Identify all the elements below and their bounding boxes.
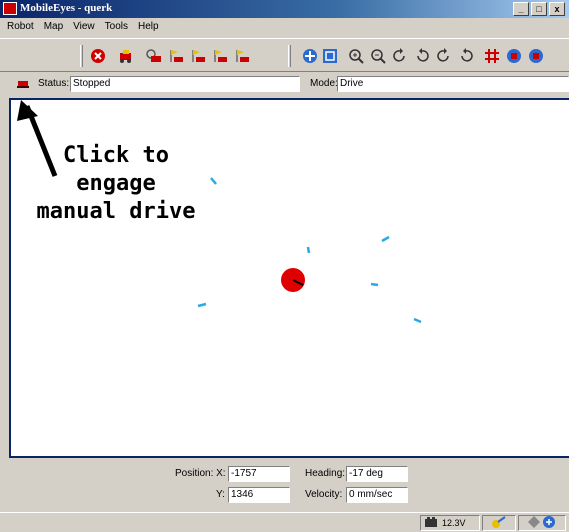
mode-label: Mode:	[310, 78, 338, 89]
laser-point	[370, 282, 379, 287]
annotation-line: engage	[76, 171, 156, 196]
rotate-left-icon[interactable]	[390, 47, 410, 65]
window-controls: _ □ x	[513, 2, 565, 16]
manual-drive-icon[interactable]	[17, 79, 29, 88]
heading-label: Heading:	[305, 468, 346, 479]
app-icon	[3, 2, 17, 15]
battery-voltage: 12.3V	[442, 518, 466, 528]
drive-direction-icon	[527, 515, 557, 531]
center-icon[interactable]	[300, 47, 320, 65]
toolbar	[0, 38, 569, 72]
robot-goal-icon[interactable]	[166, 47, 186, 65]
position-y-label: Y:	[216, 489, 225, 500]
robot-goal-icon[interactable]	[232, 47, 252, 65]
connection-indicator	[482, 515, 516, 531]
menu-tools[interactable]: Tools	[102, 18, 131, 36]
robot-view-icon[interactable]	[526, 47, 546, 65]
annotation-text: Click to engage manual drive	[11, 142, 221, 226]
zoom-in-icon[interactable]	[346, 47, 366, 65]
grid-icon[interactable]	[482, 47, 502, 65]
status-field: Stopped	[70, 76, 300, 92]
menu-help[interactable]: Help	[135, 18, 162, 36]
connection-icon	[491, 515, 507, 531]
toolbar-grip[interactable]	[288, 45, 291, 67]
mode-field: Drive	[337, 76, 569, 92]
map-canvas[interactable]: Click to engage manual drive	[9, 98, 569, 458]
status-label: Status:	[38, 78, 70, 89]
laser-point	[197, 302, 207, 308]
battery-indicator: 12.3V	[420, 515, 480, 531]
window-title: MobileEyes - querk	[20, 2, 113, 14]
robot-goal-icon[interactable]	[210, 47, 230, 65]
position-x-field: -1757	[228, 466, 290, 482]
laser-point	[381, 235, 390, 243]
menu-view[interactable]: View	[70, 18, 98, 36]
menu-map[interactable]: Map	[41, 18, 66, 36]
menu-bar: Robot Map View Tools Help	[0, 18, 569, 36]
drive-status-indicator	[518, 515, 566, 531]
title-bar: MobileEyes - querk _ □ x	[0, 0, 569, 18]
robot-drive-icon[interactable]	[116, 47, 136, 65]
velocity-field: 0 mm/sec	[346, 487, 408, 503]
heading-field: -17 deg	[346, 466, 408, 482]
position-y-field: 1346	[228, 487, 290, 503]
menu-robot[interactable]: Robot	[4, 18, 37, 36]
annotation-line: Click to	[63, 143, 169, 168]
zoom-out-icon[interactable]	[368, 47, 388, 65]
maximize-button[interactable]: □	[531, 2, 547, 16]
toolbar-grip[interactable]	[80, 45, 83, 67]
laser-point	[413, 317, 422, 324]
rotate-icon[interactable]	[434, 47, 454, 65]
annotation-line: manual drive	[36, 199, 196, 224]
status-row: Status: Stopped Mode: Drive	[0, 74, 569, 94]
minimize-button[interactable]: _	[513, 2, 529, 16]
position-panel: Position: X: -1757 Y: 1346 Heading: -17 …	[0, 460, 569, 510]
robot-goto-icon[interactable]	[144, 47, 164, 65]
laser-point	[306, 246, 311, 254]
stop-icon[interactable]	[88, 47, 108, 65]
close-button[interactable]: x	[549, 2, 565, 16]
position-x-label: Position: X:	[175, 468, 226, 479]
laser-points	[197, 177, 422, 324]
robot-marker	[281, 268, 305, 292]
zoom-fit-icon[interactable]	[320, 47, 340, 65]
rotate-right-icon[interactable]	[412, 47, 432, 65]
robot-view-icon[interactable]	[504, 47, 524, 65]
velocity-label: Velocity:	[305, 489, 343, 500]
battery-icon	[424, 516, 438, 530]
robot-goal-icon[interactable]	[188, 47, 208, 65]
rotate-icon[interactable]	[456, 47, 476, 65]
status-bar: 12.3V	[0, 512, 569, 532]
